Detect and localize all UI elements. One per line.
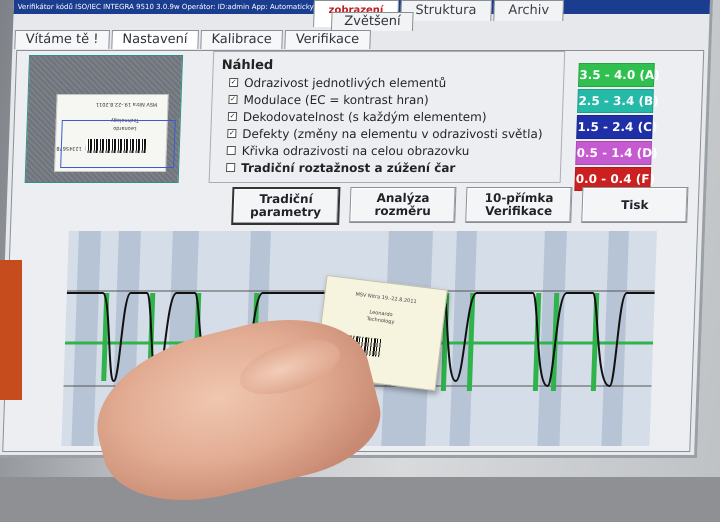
red-stand (0, 260, 22, 400)
tab-strip-front: Vítáme tě ! Nastavení Kalibrace Verifika… (14, 30, 371, 50)
options-group: Náhled ✓ Odrazivost jednotlivých elementů… (208, 51, 566, 183)
tab-nastaveni[interactable]: Nastavení (111, 30, 199, 49)
dimension-analysis-button[interactable]: Analýza rozměru (349, 187, 457, 223)
tab-struktura[interactable]: Struktura (399, 0, 492, 21)
traditional-params-button[interactable]: Tradiční parametry (231, 187, 341, 225)
checkbox-icon[interactable]: ✓ (227, 129, 237, 138)
tab-strip-mid: Zvětšení (330, 12, 414, 32)
option-defects[interactable]: ✓ Defekty (změny na elementu v odrazivost… (227, 125, 543, 142)
option-modulation[interactable]: ✓ Modulace (EC = kontrast hran) (228, 91, 544, 108)
checkbox-icon[interactable] (226, 146, 236, 155)
grade-c: 1.5 - 2.4 (C) (576, 115, 658, 139)
checkbox-icon[interactable]: ✓ (227, 112, 238, 121)
tab-verifikace[interactable]: Verifikace (284, 30, 371, 49)
option-reflectance[interactable]: ✓ Odrazivost jednotlivých elementů (228, 74, 545, 91)
checkbox-icon[interactable] (225, 163, 236, 172)
action-buttons: Tradiční parametry Analýza rozměru 10-př… (231, 187, 689, 225)
bar-band (537, 231, 567, 446)
tab-zvetseni[interactable]: Zvětšení (330, 12, 414, 31)
ten-line-verification-button[interactable]: 10-přímka Verifikace (465, 187, 573, 223)
tab-archiv[interactable]: Archiv (493, 0, 565, 21)
grade-d: 0.5 - 1.4 (D) (575, 141, 658, 165)
grade-b: 2.5 - 3.4 (B) (577, 89, 659, 113)
print-button[interactable]: Tisk (581, 187, 689, 223)
bar-band (601, 231, 629, 446)
options-list: ✓ Odrazivost jednotlivých elementů ✓ Modul… (225, 74, 545, 176)
checkbox-icon[interactable]: ✓ (228, 78, 239, 87)
option-decodability[interactable]: ✓ Dekodovatelnost (s každým elementem) (227, 108, 544, 125)
grade-legend: 3.5 - 4.0 (A) 2.5 - 3.4 (B) 1.5 - 2.4 (C… (574, 63, 660, 193)
tab-vitame[interactable]: Vítáme tě ! (14, 30, 110, 49)
options-title: Náhled (221, 58, 274, 73)
option-fullscreen-curve[interactable]: Křivka odrazivosti na celou obrazovku (226, 142, 542, 159)
option-bar-gain[interactable]: Tradiční roztažnost a zúžení čar (225, 159, 542, 176)
tab-kalibrace[interactable]: Kalibrace (200, 30, 284, 49)
checkbox-icon[interactable]: ✓ (228, 95, 238, 104)
preview-line3: MSV Nitra 19.-22.8.2011 (95, 101, 158, 107)
barcode-preview: 12345678 Leonardo Technology MSV Nitra 1… (24, 55, 184, 183)
sticker-line1: MSV Nitra 19.-22.8.2011 (355, 291, 417, 306)
grade-a: 3.5 - 4.0 (A) (577, 63, 660, 87)
scan-region-box (60, 120, 176, 168)
bar-band (71, 231, 101, 446)
